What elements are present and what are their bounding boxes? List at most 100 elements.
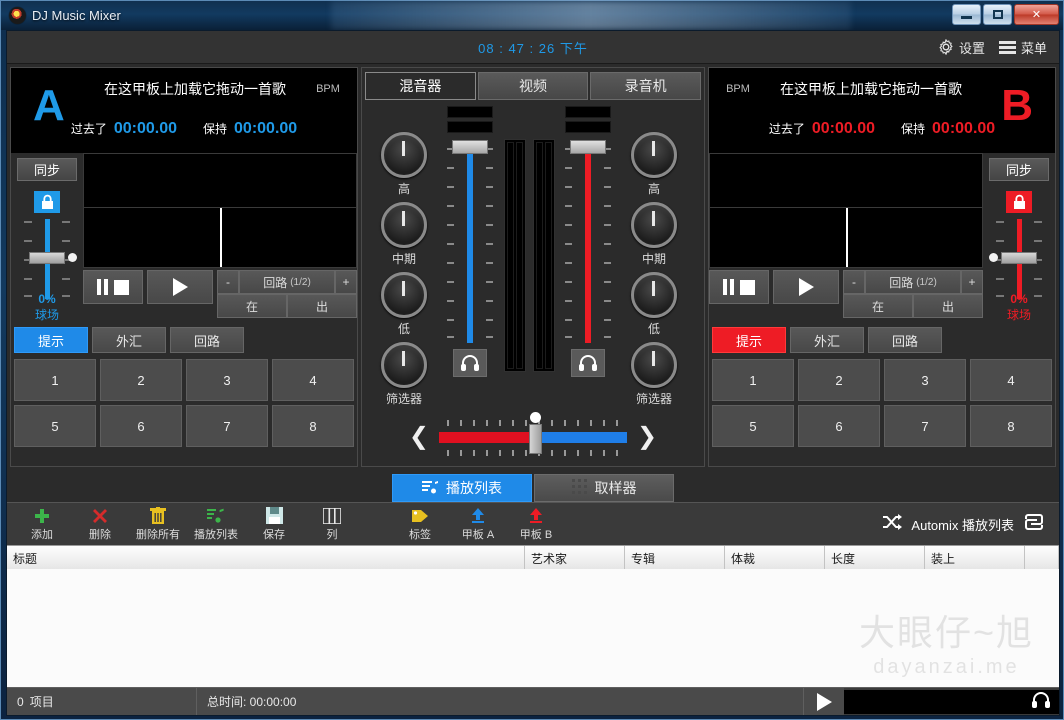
crossfader-left-arrow[interactable]: ❮	[409, 422, 429, 451]
load-deck-a-button[interactable]: 甲板 A	[449, 506, 507, 542]
menu-button[interactable]: 菜单	[998, 38, 1047, 57]
column-title[interactable]: 标题	[7, 546, 525, 569]
tab-sampler[interactable]: 取样器	[534, 474, 674, 502]
eq-filter-left[interactable]: 筛选器	[381, 342, 427, 407]
column-length[interactable]: 长度	[825, 546, 925, 569]
deck-a-pitch-handle[interactable]	[29, 251, 65, 264]
deck-a-loop-minus-button[interactable]: -	[217, 270, 239, 294]
eq-filter-right[interactable]: 筛选器	[631, 342, 677, 407]
playlist-button[interactable]: 播放列表	[187, 506, 245, 542]
deck-a-sync-button[interactable]: 同步	[17, 158, 77, 181]
deck-a-pad-4[interactable]: 4	[272, 359, 354, 401]
cue-button-a[interactable]	[453, 349, 487, 377]
tab-video[interactable]: 视频	[477, 72, 589, 100]
deck-a-pad-2[interactable]: 2	[100, 359, 182, 401]
deck-a-loop-plus-button[interactable]: +	[335, 270, 357, 294]
deck-b-pad-tab-cue[interactable]: 提示	[712, 327, 786, 353]
deck-a-pad-5[interactable]: 5	[14, 405, 96, 447]
deck-a-pad-tab-loop[interactable]: 回路	[170, 327, 244, 353]
deck-a-pad-tab-fx[interactable]: 外汇	[92, 327, 166, 353]
eq-high-right[interactable]: 高	[631, 132, 677, 197]
column-album[interactable]: 专辑	[625, 546, 725, 569]
save-button[interactable]: 保存	[245, 506, 303, 542]
eq-low-left[interactable]: 低	[381, 272, 427, 337]
deck-b-lock-icon[interactable]	[1006, 190, 1032, 213]
shuffle-icon[interactable]	[882, 513, 903, 535]
deck-a-pad-tab-cue[interactable]: 提示	[14, 327, 88, 353]
volume-fader-a[interactable]	[445, 140, 495, 345]
deck-b-pad-8[interactable]: 8	[970, 405, 1052, 447]
deck-b-pad-6[interactable]: 6	[798, 405, 880, 447]
deck-b-pitch-handle[interactable]	[1001, 251, 1037, 264]
headphones-icon[interactable]	[1031, 691, 1051, 712]
settings-button[interactable]: 设置	[938, 38, 985, 57]
cue-button-b[interactable]	[571, 349, 605, 377]
deck-a-pad-7[interactable]: 7	[186, 405, 268, 447]
deck-b-waveform-detail[interactable]	[709, 208, 983, 268]
deck-b-loop-out-button[interactable]: 出	[913, 294, 983, 318]
deck-b-pad-5[interactable]: 5	[712, 405, 794, 447]
repeat-icon[interactable]	[1023, 513, 1045, 536]
deck-a-pad-8[interactable]: 8	[272, 405, 354, 447]
load-deck-b-button[interactable]: 甲板 B	[507, 506, 565, 542]
deck-b-pad-tab-fx[interactable]: 外汇	[790, 327, 864, 353]
deck-b-waveform-overview[interactable]	[709, 153, 983, 208]
deck-a-loop-out-button[interactable]: 出	[287, 294, 357, 318]
deck-a-pause-stop-button[interactable]	[83, 270, 143, 304]
deck-a-pitch-slider[interactable]	[16, 217, 78, 299]
close-button[interactable]: ✕	[1014, 4, 1059, 25]
deck-b-pad-1[interactable]: 1	[712, 359, 794, 401]
deck-b-pad-7[interactable]: 7	[884, 405, 966, 447]
tag-button[interactable]: 标签	[391, 506, 449, 542]
deck-b-pad-2[interactable]: 2	[798, 359, 880, 401]
maximize-button[interactable]	[983, 4, 1012, 25]
column-genre[interactable]: 体裁	[725, 546, 825, 569]
add-button[interactable]: 添加	[13, 506, 71, 542]
deck-a-waveform-overview[interactable]	[83, 153, 357, 208]
tab-mixer[interactable]: 混音器	[365, 72, 476, 100]
columns-button[interactable]: 列	[303, 506, 361, 542]
delete-button[interactable]: 删除	[71, 506, 129, 542]
deck-b-loop-display[interactable]: 回路 (1/2)	[865, 270, 961, 294]
eq-low-right[interactable]: 低	[631, 272, 677, 337]
preview-waveform[interactable]	[844, 689, 1059, 714]
column-loaded[interactable]: 装上	[925, 546, 1025, 569]
deck-b-pitch-slider[interactable]	[988, 217, 1050, 299]
deck-b-play-button[interactable]	[773, 270, 839, 304]
crossfader-dot	[530, 411, 541, 423]
deck-a-pad-1[interactable]: 1	[14, 359, 96, 401]
preview-play-button[interactable]	[804, 688, 844, 715]
playlist-body[interactable]: 大眼仔~旭 dayanzai.me	[7, 569, 1059, 687]
fader-a-handle[interactable]	[452, 140, 488, 154]
tab-playlist[interactable]: 播放列表	[392, 474, 532, 502]
deck-b-loop-plus-button[interactable]: +	[961, 270, 983, 294]
deck-b-pause-stop-button[interactable]	[709, 270, 769, 304]
tab-recorder[interactable]: 录音机	[590, 72, 702, 100]
crossfader[interactable]	[439, 410, 627, 464]
deck-b-loop-in-button[interactable]: 在	[843, 294, 913, 318]
deck-a-play-button[interactable]	[147, 270, 213, 304]
column-artist[interactable]: 艺术家	[525, 546, 625, 569]
deck-a-pad-6[interactable]: 6	[100, 405, 182, 447]
deck-a-lock-icon[interactable]	[34, 190, 60, 213]
deck-b-loop-minus-button[interactable]: -	[843, 270, 865, 294]
crossfader-right-arrow[interactable]: ❯	[637, 422, 657, 451]
eq-mid-left[interactable]: 中期	[381, 202, 427, 267]
fader-b-handle[interactable]	[570, 140, 606, 154]
deck-b-pad-tab-loop[interactable]: 回路	[868, 327, 942, 353]
eq-high-left[interactable]: 高	[381, 132, 427, 197]
delete-all-button[interactable]: 删除所有	[129, 506, 187, 542]
crossfader-handle[interactable]	[529, 423, 542, 454]
deck-b-sync-button[interactable]: 同步	[989, 158, 1049, 181]
deck-b-pad-4[interactable]: 4	[970, 359, 1052, 401]
volume-fader-b[interactable]	[563, 140, 613, 345]
deck-a-waveform-detail[interactable]	[83, 208, 357, 268]
minimize-button[interactable]	[952, 4, 981, 25]
deck-a-pad-3[interactable]: 3	[186, 359, 268, 401]
deck-a-loop-in-button[interactable]: 在	[217, 294, 287, 318]
columns-label: 列	[326, 529, 338, 541]
deck-b-pad-3[interactable]: 3	[884, 359, 966, 401]
deck-a-loop-display[interactable]: 回路 (1/2)	[239, 270, 335, 294]
automix-label[interactable]: Automix 播放列表	[911, 515, 1014, 534]
eq-mid-right[interactable]: 中期	[631, 202, 677, 267]
